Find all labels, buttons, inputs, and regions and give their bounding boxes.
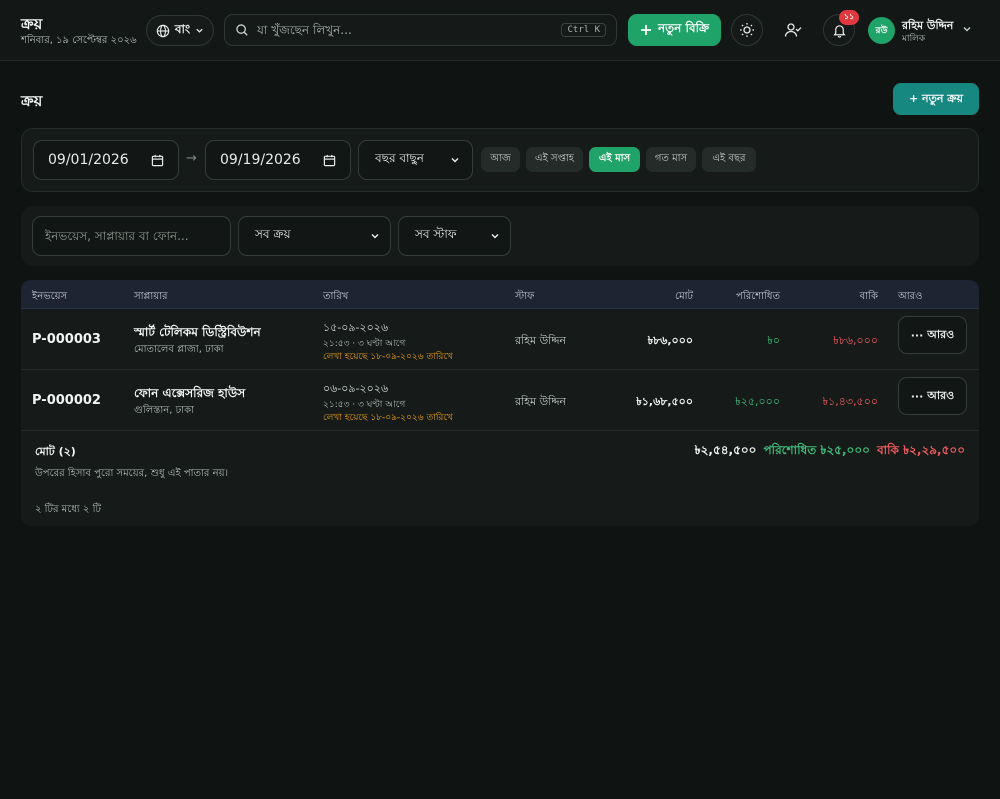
table-row[interactable]: P-000002 ফোন এক্সেসরিজ হাউস গুলিস্তান, ঢ… [21, 370, 979, 431]
total-amount: ৳৮৬,০০০ [647, 334, 693, 347]
language-switcher[interactable]: বাং [146, 15, 214, 46]
supplier-address: মোতালেব প্লাজা, ঢাকা [134, 344, 224, 355]
calendar-icon [151, 154, 164, 166]
written-date-note: লেখা হয়েছে ১৮-০৯-২০২৬ তারিখে [323, 352, 453, 362]
total-amount: ৳১,৬৮,৫০০ [636, 395, 693, 408]
row-more-label: আরও [927, 388, 955, 402]
date-to-input[interactable]: 09/19/2026 [205, 140, 351, 180]
user-check-button[interactable] [777, 14, 809, 46]
search-icon [236, 24, 248, 36]
theme-toggle-button[interactable] [731, 14, 763, 46]
page-title: ক্রয় [21, 92, 43, 110]
header-staff: স্টাফ [515, 291, 535, 302]
chevron-down-icon [491, 233, 499, 239]
date-to-value: 09/19/2026 [220, 152, 301, 168]
invoice-number[interactable]: P-000003 [32, 332, 101, 347]
chevron-down-icon [371, 233, 379, 239]
top-bar: ক্রয় শনিবার, ১৯ সেপ্টেম্বর ২০২৬ বাং Ctr… [0, 0, 1000, 61]
supplier-name: ফোন এক্সেসরিজ হাউস [134, 386, 246, 400]
date-range-arrow: → [186, 151, 197, 166]
search-filter-panel: সব ক্রয় সব স্টাফ [21, 206, 979, 266]
row-more-button[interactable]: ··· আরও [898, 316, 967, 354]
more-dots-icon: ··· [910, 328, 924, 342]
purchases-table: ইনভয়েস সাপ্লায়ার তারিখ স্টাফ মোট পরিশো… [21, 280, 979, 526]
plus-icon [640, 25, 651, 35]
table-row[interactable]: P-000003 স্মার্ট টেলিকম ডিস্ট্রিবিউশন মো… [21, 309, 979, 370]
header-due: বাকি [859, 291, 878, 302]
pagination-info: ২ টির মধ্যে ২ টি [35, 504, 101, 515]
header-more: আরও [898, 291, 923, 302]
paid-amount: ৳০ [767, 334, 780, 347]
chevron-down-icon [451, 157, 459, 163]
chip-this-month[interactable]: এই মাস [589, 147, 640, 172]
invoice-search-input[interactable] [45, 229, 218, 243]
row-more-button[interactable]: ··· আরও [898, 377, 967, 415]
footer-totals: ৳২,৫৪,৫০০ পরিশোধিত ৳২৫,০০০ বাকি ৳২,২৯,৫০… [695, 442, 965, 462]
staff-name: রহিম উদ্দিন [515, 334, 567, 347]
user-check-icon [784, 23, 802, 37]
user-role: মালিক [902, 34, 926, 44]
global-search-input[interactable] [257, 23, 554, 37]
chip-last-month[interactable]: গত মাস [646, 147, 696, 172]
supplier-name: স্মার্ট টেলিকম ডিস্ট্রিবিউশন [134, 325, 261, 339]
app-date: শনিবার, ১৯ সেপ্টেম্বর ২০২৬ [21, 35, 137, 46]
notification-count-badge: ১১ [839, 10, 859, 25]
year-select-label: বছর বাছুন [375, 151, 424, 165]
sun-icon [740, 23, 754, 37]
header-paid: পরিশোধিত [736, 291, 780, 302]
header-total: মোট [675, 291, 693, 302]
invoice-search-field[interactable] [32, 216, 231, 256]
header-invoice: ইনভয়েস [32, 291, 68, 302]
date-filter-panel: 09/01/2026 → 09/19/2026 বছর বাছুন আজ এই … [21, 128, 979, 192]
global-search[interactable]: Ctrl K [224, 14, 617, 46]
table-header: ইনভয়েস সাপ্লায়ার তারিখ স্টাফ মোট পরিশো… [21, 280, 979, 309]
footer-count-label: মোট (২) [35, 445, 76, 458]
globe-icon [156, 24, 170, 37]
paid-amount: ৳২৫,০০০ [735, 395, 780, 408]
due-amount: ৳১,৪৩,৫০০ [822, 395, 878, 408]
supplier-address: গুলিস্তান, ঢাকা [134, 405, 195, 416]
header-supplier: সাপ্লায়ার [134, 291, 168, 302]
purchase-type-label: সব ক্রয় [255, 227, 291, 241]
row-more-label: আরও [927, 327, 955, 341]
written-date-note: লেখা হয়েছে ১৮-০৯-২০২৬ তারিখে [323, 413, 453, 423]
new-purchase-button[interactable]: + নতুন ক্রয় [893, 83, 979, 115]
footer-total: ৳২,৫৪,৫০০ [694, 443, 757, 457]
invoice-number[interactable]: P-000002 [32, 393, 101, 408]
new-sale-label: নতুন বিক্রি [657, 21, 710, 35]
chip-today[interactable]: আজ [481, 147, 520, 172]
footer-due: বাকি ৳২,২৯,৫০০ [876, 443, 965, 457]
language-label: বাং [174, 21, 191, 36]
footer-note: উপরের হিসাব পুরো সময়ের, শুধু এই পাতার ন… [35, 468, 229, 479]
chevron-down-icon[interactable] [962, 24, 972, 34]
chip-this-week[interactable]: এই সপ্তাহ [526, 147, 583, 172]
more-dots-icon: ··· [910, 389, 924, 403]
date-from-value: 09/01/2026 [48, 152, 129, 168]
staff-select-label: সব স্টাফ [415, 227, 457, 241]
header-date: তারিখ [323, 291, 349, 302]
new-sale-button[interactable]: নতুন বিক্রি [628, 14, 721, 46]
chevron-down-icon [196, 28, 203, 33]
search-shortcut: Ctrl K [561, 23, 606, 37]
chip-this-year[interactable]: এই বছর [702, 147, 756, 172]
purchase-type-select[interactable]: সব ক্রয় [238, 216, 391, 256]
date-from-input[interactable]: 09/01/2026 [33, 140, 179, 180]
staff-name: রহিম উদ্দিন [515, 395, 567, 408]
year-select[interactable]: বছর বাছুন [358, 140, 473, 180]
footer-paid: পরিশোধিত ৳২৫,০০০ [763, 443, 870, 457]
calendar-icon [323, 154, 336, 166]
staff-select[interactable]: সব স্টাফ [398, 216, 511, 256]
avatar[interactable]: রউ [868, 17, 895, 44]
due-amount: ৳৮৬,০০০ [833, 334, 878, 347]
